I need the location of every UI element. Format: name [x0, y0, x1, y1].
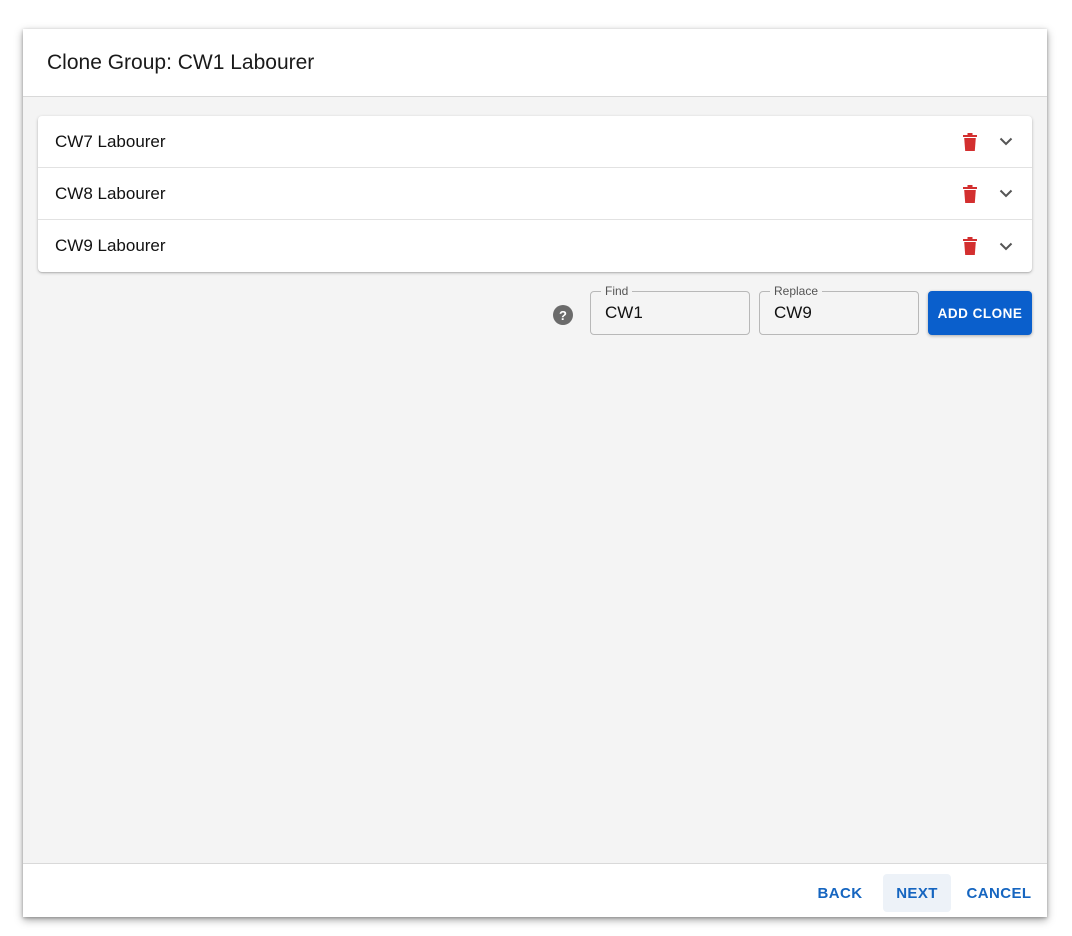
replace-label: Replace	[770, 284, 823, 298]
chevron-down-icon[interactable]	[996, 132, 1016, 152]
add-clone-button[interactable]: ADD CLONE	[928, 291, 1032, 335]
find-replace-row: ? Find CW1 Replace CW9 ADD CLONE	[553, 284, 1033, 337]
dialog-footer: BACK NEXT CANCEL	[23, 863, 1047, 917]
clone-list: CW7 Labourer CW8 Labourer CW9 Labourer	[38, 116, 1032, 272]
chevron-down-icon[interactable]	[996, 236, 1016, 256]
find-label: Find	[601, 284, 633, 298]
find-input[interactable]: CW1	[605, 303, 643, 323]
dialog-title: Clone Group: CW1 Labourer	[47, 50, 315, 74]
cancel-button[interactable]: CANCEL	[963, 874, 1035, 912]
clone-item-label: CW9 Labourer	[55, 236, 166, 255]
clone-item[interactable]: CW9 Labourer	[38, 220, 1032, 272]
clone-group-dialog: Clone Group: CW1 Labourer CW7 Labourer C…	[23, 29, 1047, 917]
replace-field[interactable]: Replace CW9	[759, 284, 919, 335]
trash-icon[interactable]	[960, 183, 980, 205]
trash-icon[interactable]	[960, 235, 980, 257]
replace-input[interactable]: CW9	[774, 303, 812, 323]
dialog-header: Clone Group: CW1 Labourer	[23, 29, 1047, 97]
clone-item-label: CW7 Labourer	[55, 131, 166, 151]
clone-item[interactable]: CW8 Labourer	[38, 168, 1032, 220]
clone-item-label: CW8 Labourer	[55, 183, 166, 203]
trash-icon[interactable]	[960, 131, 980, 153]
clone-item[interactable]: CW7 Labourer	[38, 116, 1032, 168]
find-field[interactable]: Find CW1	[590, 284, 750, 335]
chevron-down-icon[interactable]	[996, 184, 1016, 204]
next-button[interactable]: NEXT	[883, 874, 951, 912]
back-button[interactable]: BACK	[811, 874, 869, 912]
help-circle-icon[interactable]: ?	[553, 305, 573, 325]
